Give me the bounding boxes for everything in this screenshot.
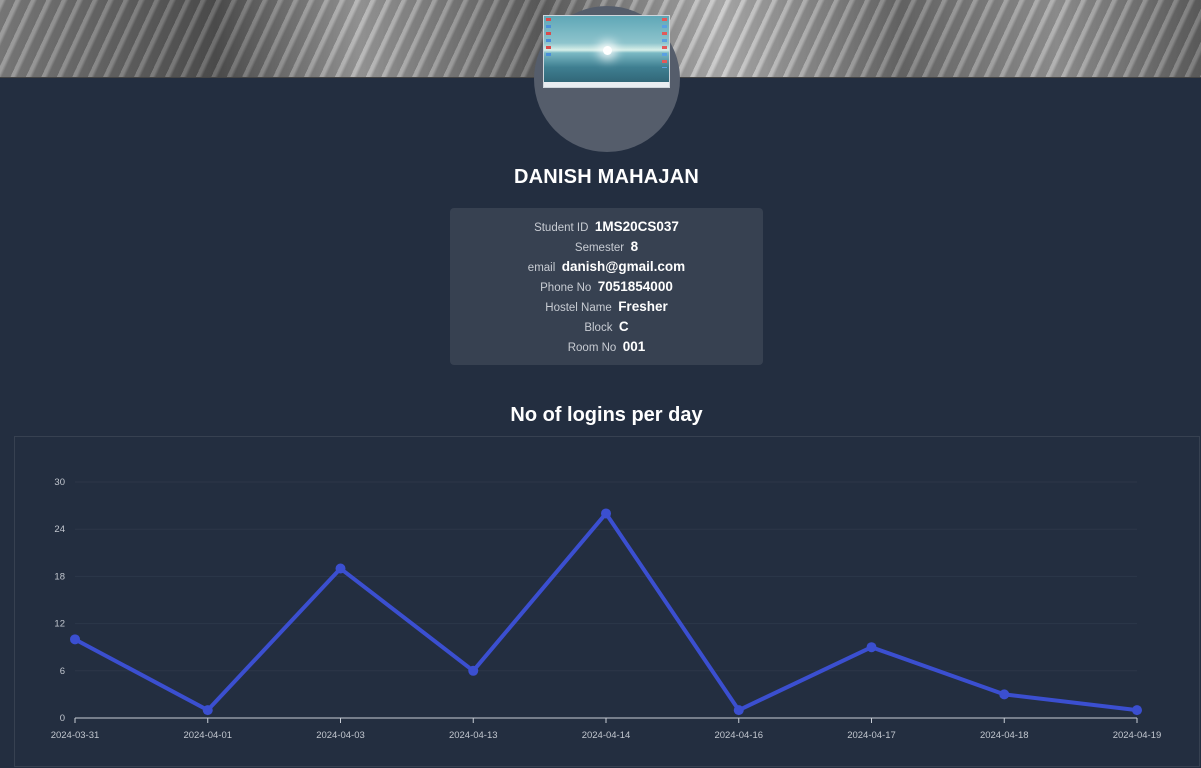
- y-tick-label: 18: [54, 571, 65, 582]
- info-row-room: Room No 001: [450, 337, 763, 357]
- info-label: Room No: [567, 342, 617, 354]
- info-row-semester: Semester 8: [450, 237, 763, 257]
- x-tick-label: 2024-04-18: [980, 730, 1029, 741]
- y-tick-label: 30: [54, 477, 65, 488]
- info-value: C: [618, 319, 629, 334]
- data-point: [601, 508, 611, 519]
- data-point: [202, 705, 213, 716]
- info-value: Fresher: [618, 299, 668, 314]
- y-tick-label: 12: [54, 619, 65, 630]
- student-name: DANISH MAHAJAN: [513, 166, 700, 188]
- x-tick-label: 2024-04-19: [1113, 730, 1162, 741]
- info-row-block: Block C: [450, 317, 763, 337]
- data-point: [335, 563, 346, 574]
- y-tick-label: 0: [60, 713, 65, 724]
- x-tick-label: 2024-04-13: [449, 730, 498, 741]
- info-label: Block: [584, 322, 613, 334]
- data-point: [1132, 705, 1142, 716]
- data-point: [999, 689, 1010, 700]
- info-label: email: [527, 262, 556, 274]
- info-value: danish@gmail.com: [561, 259, 686, 274]
- info-label: Semester: [574, 242, 625, 254]
- info-row-student-id: Student ID 1MS20CS037: [450, 217, 763, 237]
- info-row-email: email danish@gmail.com: [450, 257, 763, 277]
- logins-line-chart: 0 6 12 18 24 30 2024-03-31 2024-04-01 2024-04-03…: [51, 477, 1162, 741]
- info-label: Phone No: [540, 282, 592, 294]
- y-tick-label: 24: [54, 524, 65, 535]
- logins-chart: 0 6 12 18 24 30 2024-03-31 2024-04-01 2024-04-03…: [14, 436, 1200, 767]
- info-label: Student ID: [534, 222, 589, 234]
- series-line: [74, 511, 1138, 713]
- data-point: [468, 665, 479, 676]
- info-row-hostel: Hostel Name Fresher: [450, 297, 763, 317]
- info-row-phone: Phone No 7051854000: [450, 277, 763, 297]
- data-point: [70, 634, 80, 645]
- x-tick-label: 2024-04-17: [847, 730, 896, 741]
- x-tick-label: 2024-04-16: [714, 730, 763, 741]
- info-value: 8: [630, 239, 639, 254]
- x-tick-label: 2024-04-01: [183, 730, 232, 741]
- student-info-card: Student ID 1MS20CS037 Semester 8 email d…: [450, 208, 763, 365]
- x-tick-label: 2024-04-03: [316, 730, 365, 741]
- x-tick-label: 2024-04-14: [582, 730, 631, 741]
- info-label: Hostel Name: [545, 302, 612, 314]
- info-value: 1MS20CS037: [594, 219, 679, 234]
- x-tick-label: 2024-03-31: [51, 730, 100, 741]
- info-value: 001: [622, 339, 646, 354]
- data-point: [866, 642, 877, 653]
- y-tick-label: 6: [60, 666, 65, 677]
- chart-title: No of logins per day: [510, 404, 703, 426]
- info-value: 7051854000: [597, 279, 673, 294]
- avatar-image: [543, 15, 670, 88]
- data-point: [733, 705, 744, 716]
